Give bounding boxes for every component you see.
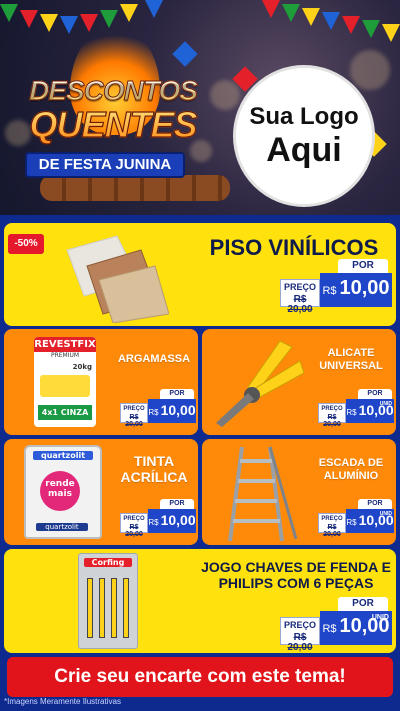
old-price: R$ 20,00: [125, 524, 143, 538]
mortar-sub: PREMIUM: [50, 352, 80, 359]
pliers-image: [216, 340, 305, 427]
price-tag: PREÇO R$ 20,00 POR R$ 10,00 UNID: [318, 389, 394, 428]
currency: R$: [322, 623, 337, 635]
mortar-weight: 20kg: [72, 363, 92, 371]
product-name: ESCADA DE ALUMÍNIO: [318, 457, 384, 482]
bonfire-logs: [40, 175, 230, 201]
logo-text-line1: Sua Logo: [249, 103, 359, 130]
price-tag: PREÇO R$ 20,00 POR R$ 10,00: [280, 259, 392, 315]
currency: R$: [346, 518, 357, 527]
create-flyer-button[interactable]: Crie seu encarte com este tema!: [7, 657, 393, 697]
unit-label: UNID: [379, 401, 392, 407]
price-label: PREÇO: [283, 282, 316, 292]
hero-subtitle: DE FESTA JUNINA: [25, 152, 185, 178]
old-price: R$ 20,00: [125, 414, 143, 428]
por-label: POR: [338, 597, 388, 611]
paint-brand: quartzolit: [33, 451, 93, 460]
screwdriver-brand: Corfing: [84, 558, 132, 567]
paint-brand-bottom: quartzolit: [36, 523, 88, 531]
product-name: TINTA ACRÍLICA: [120, 453, 188, 486]
screwdriver-handle: [111, 578, 117, 638]
screwdriver-handle: [123, 578, 129, 638]
old-price: R$ 20,00: [323, 414, 341, 428]
product-name: JOGO CHAVES DE FENDA E PHILIPS COM 6 PEÇ…: [201, 559, 391, 592]
logo-placeholder[interactable]: Sua Logo Aqui: [233, 65, 375, 207]
disclaimer-text: *Imagens Meramente Ilustrativas: [4, 697, 121, 706]
unit-label: UNID: [371, 614, 389, 621]
por-label: POR: [160, 389, 194, 399]
currency: R$: [346, 408, 357, 417]
balloon-icon: [172, 41, 198, 67]
price-value: 10,00: [160, 402, 196, 418]
hero-title: DESCONTOS QUENTES: [18, 75, 208, 144]
old-price: R$ 20,00: [323, 524, 341, 538]
por-label: POR: [358, 499, 392, 509]
price-tag: PREÇO R$ 20,00 POR R$ 10,00 UNID: [280, 597, 392, 653]
product-card-alicate[interactable]: ALICATE UNIVERSAL PREÇO R$ 20,00 POR R$ …: [202, 329, 396, 435]
price-label: PREÇO: [321, 516, 343, 522]
price-label: PREÇO: [123, 516, 145, 522]
currency: R$: [148, 518, 159, 527]
screwdriver-handle: [87, 578, 93, 638]
mortar-bag-image: REVESTFIX PREMIUM 20kg 4x1 CINZA: [34, 337, 96, 427]
hero-banner: DESCONTOS QUENTES DE FESTA JUNINA Sua Lo…: [0, 0, 400, 215]
product-card-piso[interactable]: PISO VINÍLICOS PREÇO R$ 20,00 POR R$ 10,…: [4, 223, 396, 326]
product-card-escada[interactable]: ESCADA DE ALUMÍNIO PREÇO R$ 20,00 POR R$…: [202, 439, 396, 545]
old-price: R$ 20,00: [287, 294, 313, 315]
price-tag: PREÇO R$ 20,00 POR R$ 10,00: [120, 499, 196, 538]
currency: R$: [322, 285, 337, 297]
product-card-argamassa[interactable]: REVESTFIX PREMIUM 20kg 4x1 CINZA ARGAMAS…: [4, 329, 198, 435]
screwdriver-set-image: Corfing: [78, 553, 138, 649]
price-label: PREÇO: [321, 406, 343, 412]
hero-title-line2: QUENTES: [18, 105, 208, 144]
por-label: POR: [358, 389, 392, 399]
bokeh-light: [210, 80, 240, 110]
unit-label: UNID: [379, 511, 392, 517]
mortar-brand: REVESTFIX: [34, 337, 96, 352]
por-label: POR: [338, 259, 388, 273]
logo-text-line2: Aqui: [266, 131, 342, 169]
price-value: 10,00: [339, 277, 390, 299]
hero-title-line1: DESCONTOS: [18, 75, 208, 106]
product-name: ALICATE UNIVERSAL: [319, 347, 383, 372]
product-card-chaves[interactable]: Corfing JOGO CHAVES DE FENDA E PHILIPS C…: [4, 549, 396, 653]
discount-badge: -50%: [8, 234, 44, 254]
old-price: R$ 20,00: [287, 632, 313, 653]
mortar-type: 4x1 CINZA: [38, 405, 92, 420]
por-label: POR: [160, 499, 194, 509]
price-label: PREÇO: [283, 620, 316, 630]
product-card-tinta[interactable]: quartzolit rende mais quartzolit TINTA A…: [4, 439, 198, 545]
paint-badge-line1: rende: [45, 479, 75, 489]
paint-badge: rende mais: [40, 471, 80, 511]
bokeh-light: [350, 50, 390, 90]
currency: R$: [148, 408, 159, 417]
vinyl-floor-image: [66, 235, 169, 323]
paint-can-image: quartzolit rende mais quartzolit: [24, 445, 102, 539]
screwdriver-handle: [99, 578, 105, 638]
product-name: ARGAMASSA: [117, 353, 191, 365]
price-label: PREÇO: [123, 406, 145, 412]
mortar-label: [40, 375, 90, 397]
price-tag: PREÇO R$ 20,00 POR R$ 10,00: [120, 389, 196, 428]
paint-badge-line2: mais: [48, 489, 72, 499]
ladder-image: [228, 446, 298, 542]
product-name: PISO VINÍLICOS: [209, 235, 379, 260]
price-tag: PREÇO R$ 20,00 POR R$ 10,00 UNID: [318, 499, 394, 538]
price-value: 10,00: [160, 512, 196, 528]
